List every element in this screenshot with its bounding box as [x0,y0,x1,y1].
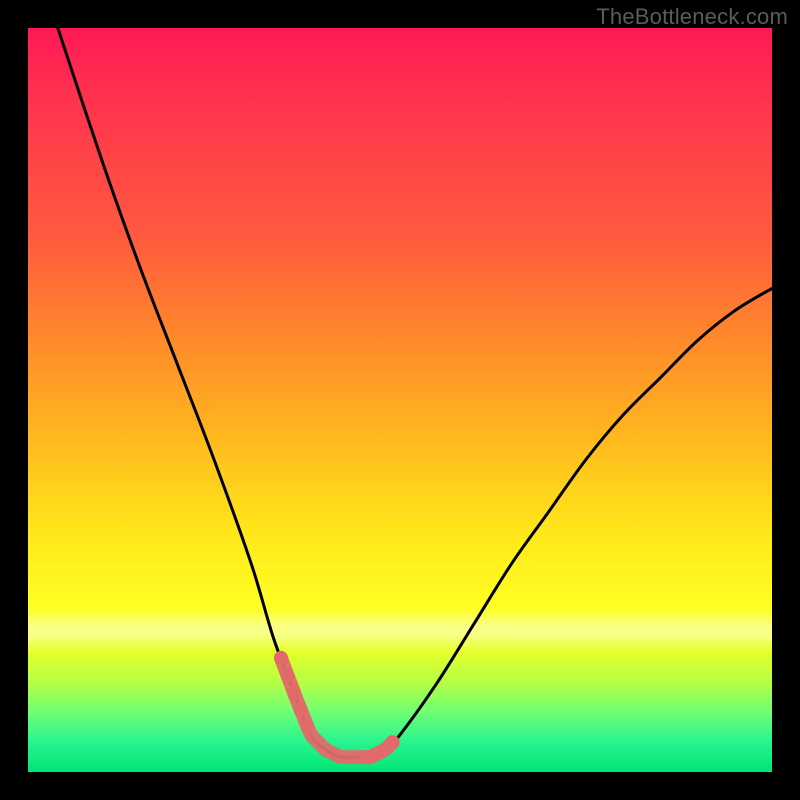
chart-frame: TheBottleneck.com [0,0,800,800]
bottleneck-curve [58,28,772,758]
watermark-text: TheBottleneck.com [596,4,788,30]
plot-area [28,28,772,772]
curve-layer [28,28,772,772]
